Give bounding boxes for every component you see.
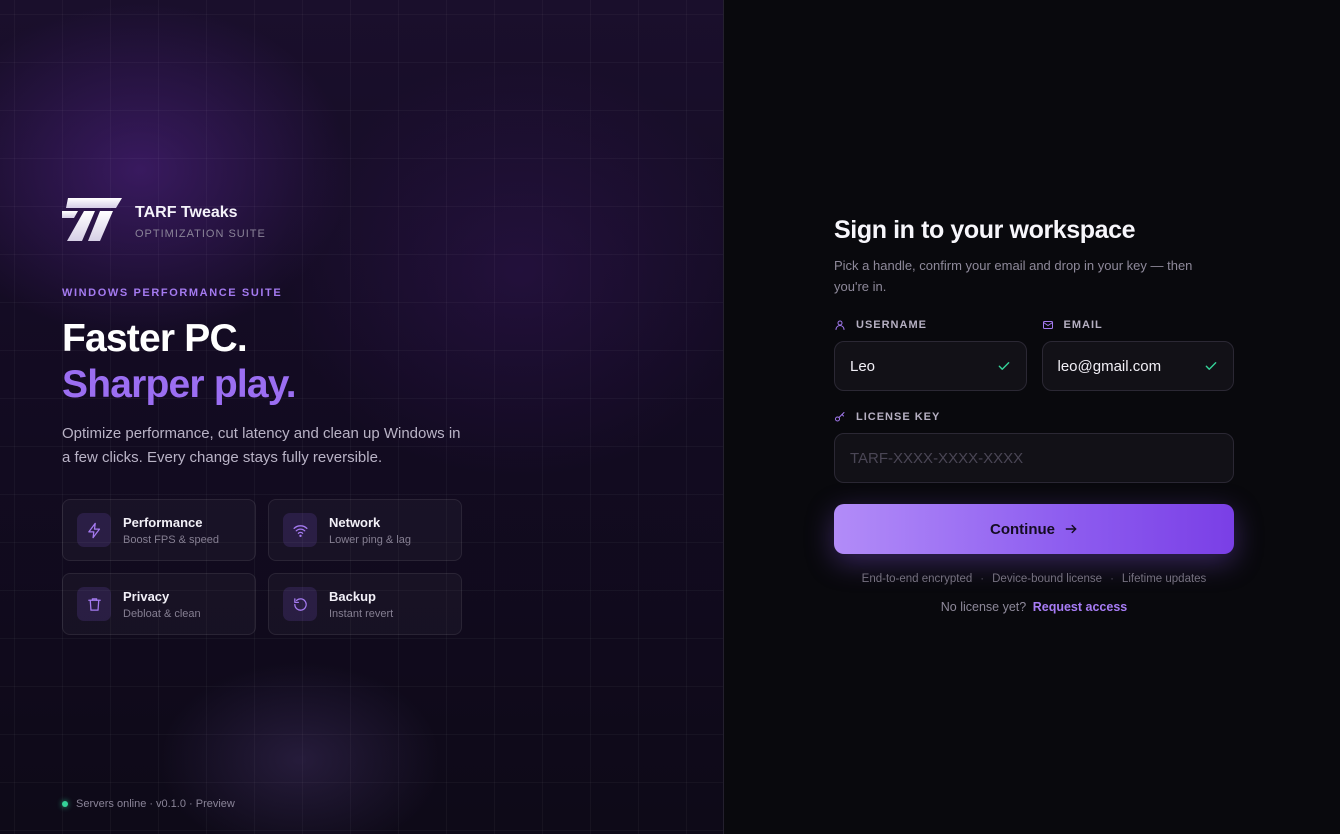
signin-panel: Sign in to your workspace Pick a handle,…	[724, 0, 1340, 834]
continue-button[interactable]: Continue	[834, 504, 1234, 554]
status-dot-icon	[62, 801, 68, 807]
hero-description: Optimize performance, cut latency and cl…	[62, 425, 461, 466]
trash-icon	[77, 587, 111, 621]
user-icon	[835, 320, 845, 330]
email-value: leo@gmail.com	[1057, 357, 1162, 375]
brand-name: TARF Tweaks	[135, 203, 238, 221]
continue-label: Continue	[990, 520, 1055, 538]
username-label: USERNAME	[856, 319, 927, 331]
lightning-icon	[77, 513, 111, 547]
check-icon	[998, 362, 1009, 370]
refresh-icon	[283, 587, 317, 621]
email-field-group: EMAIL leo@gmail.com	[1041, 318, 1234, 391]
username-field-group: USERNAME Leo	[834, 318, 1027, 391]
feature-card-backup: Backup Instant revert	[268, 573, 462, 635]
feature-card-performance: Performance Boost FPS & speed	[62, 499, 256, 561]
signin-subtitle: Pick a handle, confirm your email and dr…	[834, 258, 1193, 294]
feature-subtitle: Instant revert	[329, 607, 394, 620]
feature-title: Performance	[123, 514, 203, 530]
feature-title: Privacy	[123, 588, 170, 604]
email-label: EMAIL	[1063, 319, 1103, 331]
no-license-text: No license yet?	[940, 600, 1027, 614]
feature-card-privacy: Privacy Debloat & clean	[62, 573, 256, 635]
email-input[interactable]: leo@gmail.com	[1041, 341, 1234, 391]
feature-title: Network	[329, 514, 381, 530]
badge-lifetime-updates: Lifetime updates	[1121, 573, 1207, 585]
feature-card-network: Network Lower ping & lag	[268, 499, 462, 561]
headline-line-2: Sharper play.	[62, 363, 297, 406]
arrow-right-icon	[1065, 524, 1077, 534]
signin-title: Sign in to your workspace	[834, 216, 1136, 244]
check-icon	[1205, 362, 1217, 370]
app-root: TARF Tweaks OPTIMIZATION SUITE WINDOWS P…	[0, 0, 1340, 834]
feature-subtitle: Boost FPS & speed	[123, 533, 219, 546]
brand-subtitle: OPTIMIZATION SUITE	[135, 227, 266, 240]
brand-logo-icon	[62, 198, 122, 241]
request-access-link[interactable]: Request access	[1033, 600, 1128, 614]
headline-line-1: Faster PC.	[62, 317, 248, 360]
mail-icon	[1042, 321, 1053, 329]
hero-panel: TARF Tweaks OPTIMIZATION SUITE WINDOWS P…	[0, 0, 724, 834]
background-grid	[0, 0, 723, 834]
feature-title: Backup	[329, 588, 376, 604]
license-key-input[interactable]: TARF-XXXX-XXXX-XXXX	[834, 433, 1234, 483]
username-value: Leo	[850, 357, 876, 375]
status-footer: Servers online · v0.1.0 · Preview	[62, 798, 235, 810]
badge-encrypted: End-to-end encrypted	[861, 573, 973, 585]
badge-device-bound: Device-bound license	[992, 573, 1103, 585]
license-label: LICENSE KEY	[856, 411, 941, 423]
request-access-row: No license yet? Request access	[834, 600, 1234, 614]
brand: TARF Tweaks OPTIMIZATION SUITE	[62, 198, 266, 242]
feature-subtitle: Debloat & clean	[123, 607, 201, 620]
license-key-placeholder: TARF-XXXX-XXXX-XXXX	[850, 449, 1024, 467]
feature-grid: Performance Boost FPS & speed Network Lo…	[62, 499, 462, 635]
trust-badges: End-to-end encrypted · Device-bound lice…	[861, 573, 1207, 585]
signin-form: Sign in to your workspace Pick a handle,…	[834, 214, 1234, 614]
version-label: v0.1.0 · Preview	[156, 798, 235, 810]
server-status: Servers online	[76, 798, 147, 810]
feature-subtitle: Lower ping & lag	[329, 533, 411, 546]
wifi-icon	[283, 513, 317, 547]
license-field-group: LICENSE KEY TARF-XXXX-XXXX-XXXX	[834, 410, 1234, 483]
hero-eyebrow: WINDOWS PERFORMANCE SUITE	[62, 287, 283, 299]
hero-headline: Faster PC. Sharper play.	[62, 316, 297, 408]
username-input[interactable]: Leo	[834, 341, 1027, 391]
key-icon	[835, 412, 845, 422]
